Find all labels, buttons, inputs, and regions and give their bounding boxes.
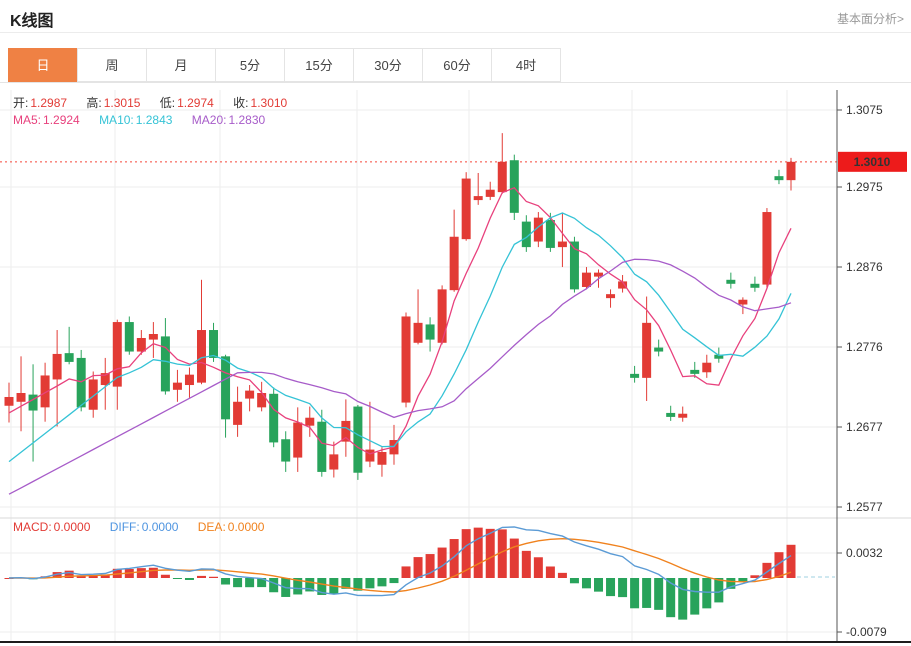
- candle-body: [787, 162, 796, 180]
- diff-line: [9, 527, 791, 596]
- candle-body: [738, 300, 747, 305]
- candle-body: [690, 370, 699, 374]
- candle-body: [233, 402, 242, 425]
- candle-body: [426, 324, 435, 339]
- svg-text:1.2876: 1.2876: [846, 260, 883, 274]
- candle-body: [486, 190, 495, 197]
- tab-4时[interactable]: 4时: [491, 48, 561, 82]
- kline-chart-area: 开:1.2987 高:1.3015 低:1.2974 收:1.3010 MA5:…: [0, 88, 911, 646]
- candle-body: [209, 330, 218, 358]
- candle-body: [125, 322, 134, 351]
- candle-body: [402, 316, 411, 402]
- candle-body: [341, 421, 350, 442]
- tab-15分[interactable]: 15分: [284, 48, 354, 82]
- candle-body: [558, 242, 567, 248]
- candle-body: [149, 334, 158, 340]
- candle-body: [654, 348, 663, 352]
- candle-body: [666, 413, 675, 417]
- candle-body: [750, 284, 759, 288]
- candle-body: [245, 391, 254, 399]
- candle-body: [77, 358, 86, 407]
- candle-body: [546, 220, 555, 248]
- svg-text:1.3075: 1.3075: [846, 103, 883, 117]
- ma20-line: [9, 259, 791, 494]
- tab-60分[interactable]: 60分: [422, 48, 492, 82]
- candle-body: [365, 450, 374, 462]
- candle-body: [377, 452, 386, 465]
- candle-body: [65, 353, 74, 362]
- svg-text:1.2577: 1.2577: [846, 500, 883, 514]
- candle-body: [221, 356, 230, 419]
- candle-body: [53, 354, 62, 380]
- interval-tabbar: 日周月5分15分30分60分4时: [0, 48, 911, 83]
- candle-body: [702, 363, 711, 373]
- candle-body: [281, 439, 290, 461]
- fundamental-analysis-link[interactable]: 基本面分析>: [837, 10, 904, 27]
- candle-body: [582, 273, 591, 287]
- current-price-label: 1.3010: [838, 152, 907, 172]
- tab-5分[interactable]: 5分: [215, 48, 285, 82]
- candle-body: [269, 394, 278, 443]
- candle-body: [474, 196, 483, 200]
- svg-text:1.2975: 1.2975: [846, 180, 883, 194]
- tab-日[interactable]: 日: [8, 48, 78, 82]
- svg-text:-0.0079: -0.0079: [846, 625, 887, 639]
- candle-body: [678, 414, 687, 418]
- candle-body: [89, 379, 98, 409]
- candle-body: [606, 294, 615, 298]
- svg-text:1.3010: 1.3010: [854, 155, 891, 169]
- price-axis: 1.3075 1.2975 1.2876 1.2776 1.2677 1.2577 0.00…: [837, 90, 887, 642]
- candle-body: [498, 162, 507, 192]
- candle-body: [293, 422, 302, 457]
- candle-body: [762, 212, 771, 285]
- candle-body: [353, 407, 362, 473]
- candle-body: [329, 454, 338, 469]
- candle-body: [726, 280, 735, 284]
- candle-body: [305, 418, 314, 426]
- candle-body: [317, 422, 326, 472]
- candle-body: [197, 330, 206, 383]
- candle-body: [137, 338, 146, 352]
- candle-body: [438, 289, 447, 342]
- candles-group: [5, 133, 796, 480]
- svg-text:1.2776: 1.2776: [846, 340, 883, 354]
- svg-text:1.2677: 1.2677: [846, 420, 883, 434]
- candlestick-chart-canvas[interactable]: 1.3075 1.2975 1.2876 1.2776 1.2677 1.2577 0.00…: [0, 88, 911, 646]
- header: K线图 基本面分析>: [0, 0, 911, 33]
- tab-30分[interactable]: 30分: [353, 48, 423, 82]
- candle-body: [642, 323, 651, 378]
- tab-周[interactable]: 周: [77, 48, 147, 82]
- tab-月[interactable]: 月: [146, 48, 216, 82]
- candle-body: [5, 397, 14, 406]
- candle-body: [257, 393, 266, 407]
- candle-body: [173, 383, 182, 390]
- candle-body: [462, 179, 471, 240]
- candle-body: [450, 237, 459, 290]
- candle-body: [414, 323, 423, 343]
- candle-body: [510, 160, 519, 213]
- candle-body: [774, 176, 783, 180]
- page-title: K线图: [0, 0, 54, 31]
- candle-body: [17, 393, 26, 402]
- candle-body: [185, 375, 194, 385]
- svg-text:0.0032: 0.0032: [846, 546, 883, 560]
- candle-body: [630, 374, 639, 378]
- candle-body: [161, 336, 170, 391]
